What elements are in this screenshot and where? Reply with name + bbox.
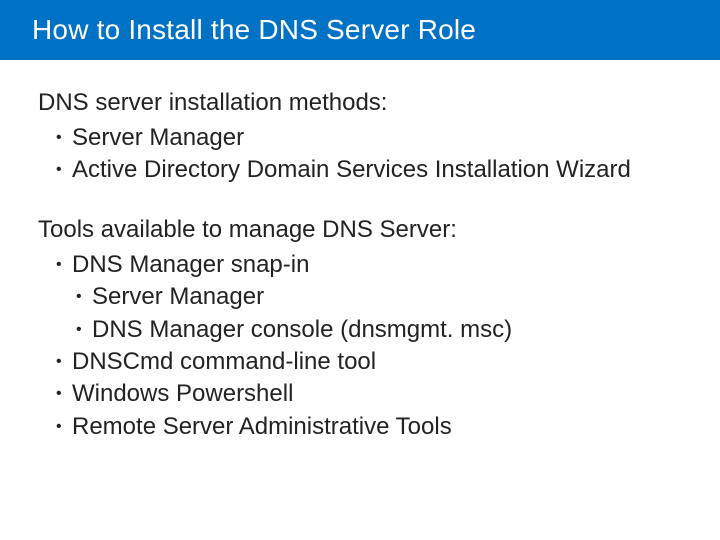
slide-title: How to Install the DNS Server Role bbox=[32, 14, 476, 46]
section2-lead: Tools available to manage DNS Server: bbox=[38, 215, 682, 245]
list-item: Windows Powershell bbox=[56, 378, 682, 410]
list-item: Remote Server Administrative Tools bbox=[56, 411, 682, 443]
slide-body: DNS server installation methods: Server … bbox=[0, 60, 720, 443]
list-item: Server Manager bbox=[56, 122, 682, 154]
list-item: DNSCmd command-line tool bbox=[56, 346, 682, 378]
list-item: Active Directory Domain Services Install… bbox=[56, 154, 682, 186]
slide: How to Install the DNS Server Role DNS s… bbox=[0, 0, 720, 540]
list-item: Server Manager bbox=[76, 281, 682, 313]
title-bar: How to Install the DNS Server Role bbox=[0, 0, 720, 60]
list-item: DNS Manager snap-in bbox=[56, 249, 682, 281]
section2-list-cont: DNSCmd command-line tool Windows Powersh… bbox=[56, 346, 682, 443]
section2-list: DNS Manager snap-in bbox=[56, 249, 682, 281]
list-item: DNS Manager console (dnsmgmt. msc) bbox=[76, 314, 682, 346]
section1-lead: DNS server installation methods: bbox=[38, 88, 682, 118]
section1-list: Server Manager Active Directory Domain S… bbox=[56, 122, 682, 187]
section2-sublist: Server Manager DNS Manager console (dnsm… bbox=[76, 281, 682, 346]
